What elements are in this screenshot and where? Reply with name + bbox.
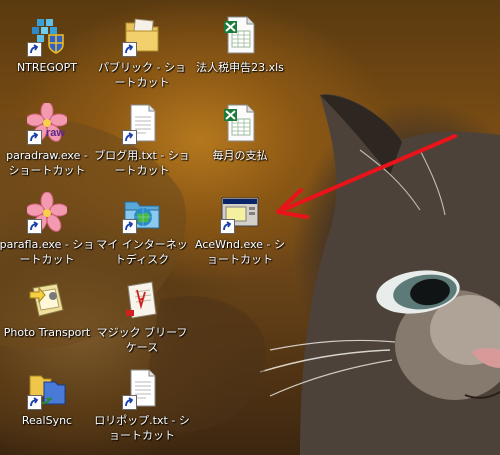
desktop-icon-magic-briefcase[interactable]: マジック ブリーフケース (94, 280, 190, 355)
shortcut-arrow-icon (122, 219, 137, 234)
desktop-icon-label: ブログ用.txt - ショートカット (94, 149, 190, 177)
desktop-icon-ntregopt[interactable]: NTREGOPT (0, 15, 95, 75)
text-file-icon (122, 368, 162, 410)
desktop-icon-label: paradraw.exe - ショートカット (6, 149, 88, 177)
internet-disk-icon (122, 192, 162, 234)
svg-text:raw: raw (46, 127, 65, 139)
shortcut-arrow-icon (27, 395, 42, 410)
desktop-icon-lolipop-txt[interactable]: ロリポップ.txt - ショートカット (94, 368, 190, 443)
ntregopt-app-icon (27, 15, 67, 57)
desktop-icon-label: パブリック - ショートカット (98, 61, 186, 89)
desktop-icon-monthly-payment[interactable]: 毎月の支払 (192, 103, 288, 163)
shortcut-arrow-icon (27, 130, 42, 145)
desktop-icon-label: 毎月の支払 (212, 149, 268, 162)
desktop-icon-label: ロリポップ.txt - ショートカット (94, 414, 190, 442)
excel-file-icon (220, 103, 260, 143)
desktop-icon-blog-txt[interactable]: ブログ用.txt - ショートカット (94, 103, 190, 178)
desktop-icon-label: AceWnd.exe - ショートカット (195, 238, 285, 266)
folder-icon (122, 15, 162, 57)
desktop-icon-label: マイ インターネットディスク (96, 238, 188, 266)
desktop-icon-label: RealSync (21, 414, 73, 427)
desktop-icon-label: NTREGOPT (16, 61, 78, 74)
briefcase-icon (122, 280, 162, 320)
shortcut-arrow-icon (122, 42, 137, 57)
window-app-icon (220, 192, 260, 234)
desktop-icon-parafla[interactable]: parafla.exe - ショートカット (0, 192, 95, 267)
paradraw-icon: raw (27, 103, 67, 145)
text-file-icon (122, 103, 162, 145)
photo-transport-icon (27, 280, 67, 320)
desktop-icon-label: マジック ブリーフケース (96, 326, 188, 354)
realsync-icon (27, 368, 67, 410)
desktop-icon-public[interactable]: パブリック - ショートカット (94, 15, 190, 90)
desktop-icon-realsync[interactable]: RealSync (0, 368, 95, 428)
desktop: NTREGOPT パブリック - ショートカット 法人税申告23.xls raw… (0, 0, 500, 455)
parafla-icon (27, 192, 67, 234)
desktop-icon-acewnd[interactable]: AceWnd.exe - ショートカット (192, 192, 288, 267)
shortcut-arrow-icon (27, 219, 42, 234)
desktop-icon-paradraw[interactable]: raw paradraw.exe - ショートカット (0, 103, 95, 178)
shortcut-arrow-icon (27, 42, 42, 57)
desktop-icon-internet-disk[interactable]: マイ インターネットディスク (94, 192, 190, 267)
desktop-icon-photo-transport[interactable]: Photo Transport (0, 280, 95, 340)
desktop-icon-tax-xls[interactable]: 法人税申告23.xls (192, 15, 288, 75)
shortcut-arrow-icon (122, 395, 137, 410)
shortcut-arrow-icon (122, 130, 137, 145)
shortcut-arrow-icon (220, 219, 235, 234)
desktop-icon-label: Photo Transport (3, 326, 91, 339)
excel-file-icon (220, 15, 260, 55)
desktop-icon-label: parafla.exe - ショートカット (0, 238, 95, 266)
desktop-icon-label: 法人税申告23.xls (196, 61, 284, 74)
